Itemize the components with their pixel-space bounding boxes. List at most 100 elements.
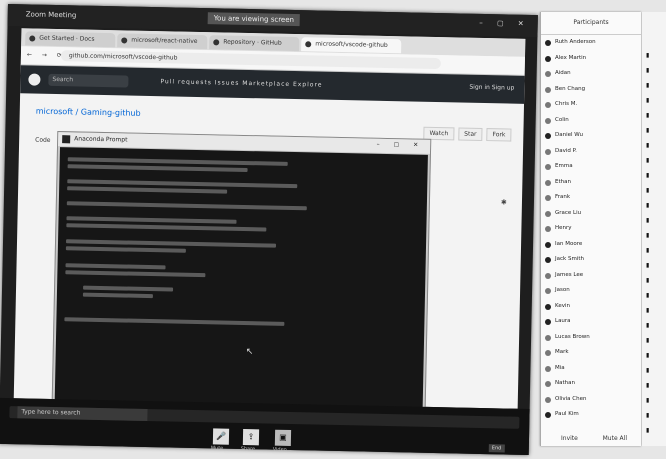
participant-avatar-icon xyxy=(545,117,551,124)
participant-row[interactable]: Lucas Brown xyxy=(545,333,637,345)
participant-row[interactable]: Grace Liu xyxy=(545,209,637,221)
chat-message-mark: ▮ xyxy=(646,427,650,433)
participant-name: Lucas Brown xyxy=(555,333,590,340)
participant-row[interactable]: Ethan xyxy=(545,178,637,190)
participant-name: Jack Smith xyxy=(555,256,584,262)
console-window-controls[interactable]: – ▢ ✕ xyxy=(377,141,425,149)
console-line xyxy=(83,285,174,292)
participant-row[interactable]: Laura xyxy=(545,317,637,329)
participant-row[interactable]: Ben Chang xyxy=(545,85,637,97)
invite-button[interactable]: Invite xyxy=(561,435,578,442)
video-icon[interactable]: ▣ xyxy=(274,429,292,447)
participant-avatar-icon xyxy=(545,86,551,93)
participant-row[interactable]: Kevin xyxy=(545,302,637,314)
participant-name: Mia xyxy=(555,364,565,371)
participant-avatar-icon xyxy=(545,195,551,201)
console-output[interactable]: ↖ xyxy=(54,147,428,408)
url-field[interactable]: github.com/microsoft/vscode-github xyxy=(60,50,441,70)
video-label: Video xyxy=(272,446,287,453)
participant-row[interactable]: Chris M. xyxy=(545,100,637,112)
participant-avatar-icon xyxy=(545,272,551,279)
participant-name: Ben Chang xyxy=(555,85,586,92)
end-meeting-button[interactable]: End xyxy=(488,444,505,453)
chat-message-mark: ▮ xyxy=(646,292,650,298)
participant-row[interactable]: Jack Smith xyxy=(545,255,637,267)
star-button[interactable]: Star xyxy=(458,127,483,141)
chat-message-mark: ▮ xyxy=(646,112,650,118)
participant-avatar-icon xyxy=(545,40,551,46)
fork-button[interactable]: Fork xyxy=(486,128,512,142)
participant-name: David P. xyxy=(555,147,577,154)
participant-name: James Lee xyxy=(555,271,584,278)
browser-tab[interactable]: Repository · GitHub xyxy=(209,35,300,52)
participant-name: Frank xyxy=(555,194,571,200)
participant-row[interactable]: David P. xyxy=(545,147,637,159)
tab-title: Repository · GitHub xyxy=(223,38,282,47)
participant-row[interactable]: Paul Kim xyxy=(545,410,637,422)
chat-message-mark: ▮ xyxy=(646,217,650,223)
github-nav-links[interactable]: Pull requests Issues Marketplace Explore xyxy=(160,78,322,88)
mic-icon[interactable]: 🎤 xyxy=(212,428,230,445)
participant-name: Paul Kim xyxy=(555,411,579,417)
participant-row[interactable]: Jason xyxy=(545,286,637,298)
tab-favicon-icon xyxy=(121,37,128,44)
chat-message-mark: ▮ xyxy=(646,322,650,328)
participant-row[interactable]: Nathan xyxy=(545,379,637,391)
participant-row[interactable]: Ruth Anderson xyxy=(545,38,637,50)
browser-tab[interactable]: microsoft/react-native xyxy=(117,33,208,50)
console-line xyxy=(66,216,237,224)
mute-all-button[interactable]: Mute All xyxy=(603,435,627,442)
chat-message-mark: ▮ xyxy=(646,127,650,133)
participant-avatar-icon xyxy=(545,71,551,77)
participant-avatar-icon xyxy=(545,303,551,310)
participant-row[interactable]: Mark xyxy=(545,348,637,360)
repo-title[interactable]: microsoft / Gaming-github xyxy=(36,107,141,118)
chat-message-mark: ▮ xyxy=(646,187,650,193)
participant-avatar-icon xyxy=(545,179,551,186)
participant-row[interactable]: Alex Martin xyxy=(545,54,637,66)
viewing-screen-banner[interactable]: You are viewing screen xyxy=(207,12,301,27)
chat-message-mark: ▮ xyxy=(646,142,650,148)
participant-avatar-icon xyxy=(545,365,551,372)
window-controls[interactable]: – ▢ ✕ xyxy=(479,19,530,28)
chat-message-mark: ▮ xyxy=(646,232,650,238)
participant-name: Mark xyxy=(555,349,569,355)
participant-row[interactable]: Olivia Chen xyxy=(545,395,637,407)
participant-avatar-icon xyxy=(545,148,551,155)
participant-avatar-icon xyxy=(545,210,551,217)
browser-tab-active[interactable]: microsoft/vscode-github xyxy=(301,37,402,54)
console-line xyxy=(66,223,267,232)
participant-row[interactable]: Aidan xyxy=(545,69,637,81)
participant-row[interactable]: James Lee xyxy=(545,271,637,283)
participant-name: Alex Martin xyxy=(555,54,587,61)
github-signin-links[interactable]: Sign in Sign up xyxy=(469,84,514,92)
participant-avatar-icon xyxy=(545,241,551,248)
participant-name: Olivia Chen xyxy=(555,395,587,402)
chat-message-mark: ▮ xyxy=(646,97,650,103)
console-line xyxy=(67,186,228,194)
participant-row[interactable]: Ian Moore xyxy=(545,240,637,252)
console-window[interactable]: Anaconda Prompt – ▢ ✕ ↖ xyxy=(51,131,432,411)
participant-avatar-icon xyxy=(545,257,551,263)
github-search-input[interactable]: Search xyxy=(48,73,129,88)
chat-message-mark: ▮ xyxy=(646,157,650,163)
chat-message-mark: ▮ xyxy=(646,52,650,58)
participant-row[interactable]: Henry xyxy=(545,224,637,236)
github-logo-icon[interactable] xyxy=(28,73,41,86)
participants-panel: Participants Ruth Anderson Alex Martin Aid… xyxy=(540,12,641,446)
participant-avatar-icon xyxy=(545,334,551,341)
tab-code[interactable]: Code xyxy=(35,137,51,144)
console-line xyxy=(64,317,285,326)
repo-actions: Watch Star Fork xyxy=(419,126,512,142)
participant-name: Emma xyxy=(555,163,573,169)
participant-row[interactable]: Emma xyxy=(545,162,637,174)
participant-row[interactable]: Colin xyxy=(545,116,637,128)
browser-tab[interactable]: Get Started · Docs xyxy=(25,31,116,48)
share-icon[interactable]: ⇪ xyxy=(242,429,260,446)
participant-row[interactable]: Frank xyxy=(545,193,637,205)
participant-avatar-icon xyxy=(545,396,551,403)
console-line xyxy=(65,263,166,270)
participant-name: Ruth Anderson xyxy=(555,39,596,45)
participant-row[interactable]: Daniel Wu xyxy=(545,131,637,143)
participant-row[interactable]: Mia xyxy=(545,364,637,376)
